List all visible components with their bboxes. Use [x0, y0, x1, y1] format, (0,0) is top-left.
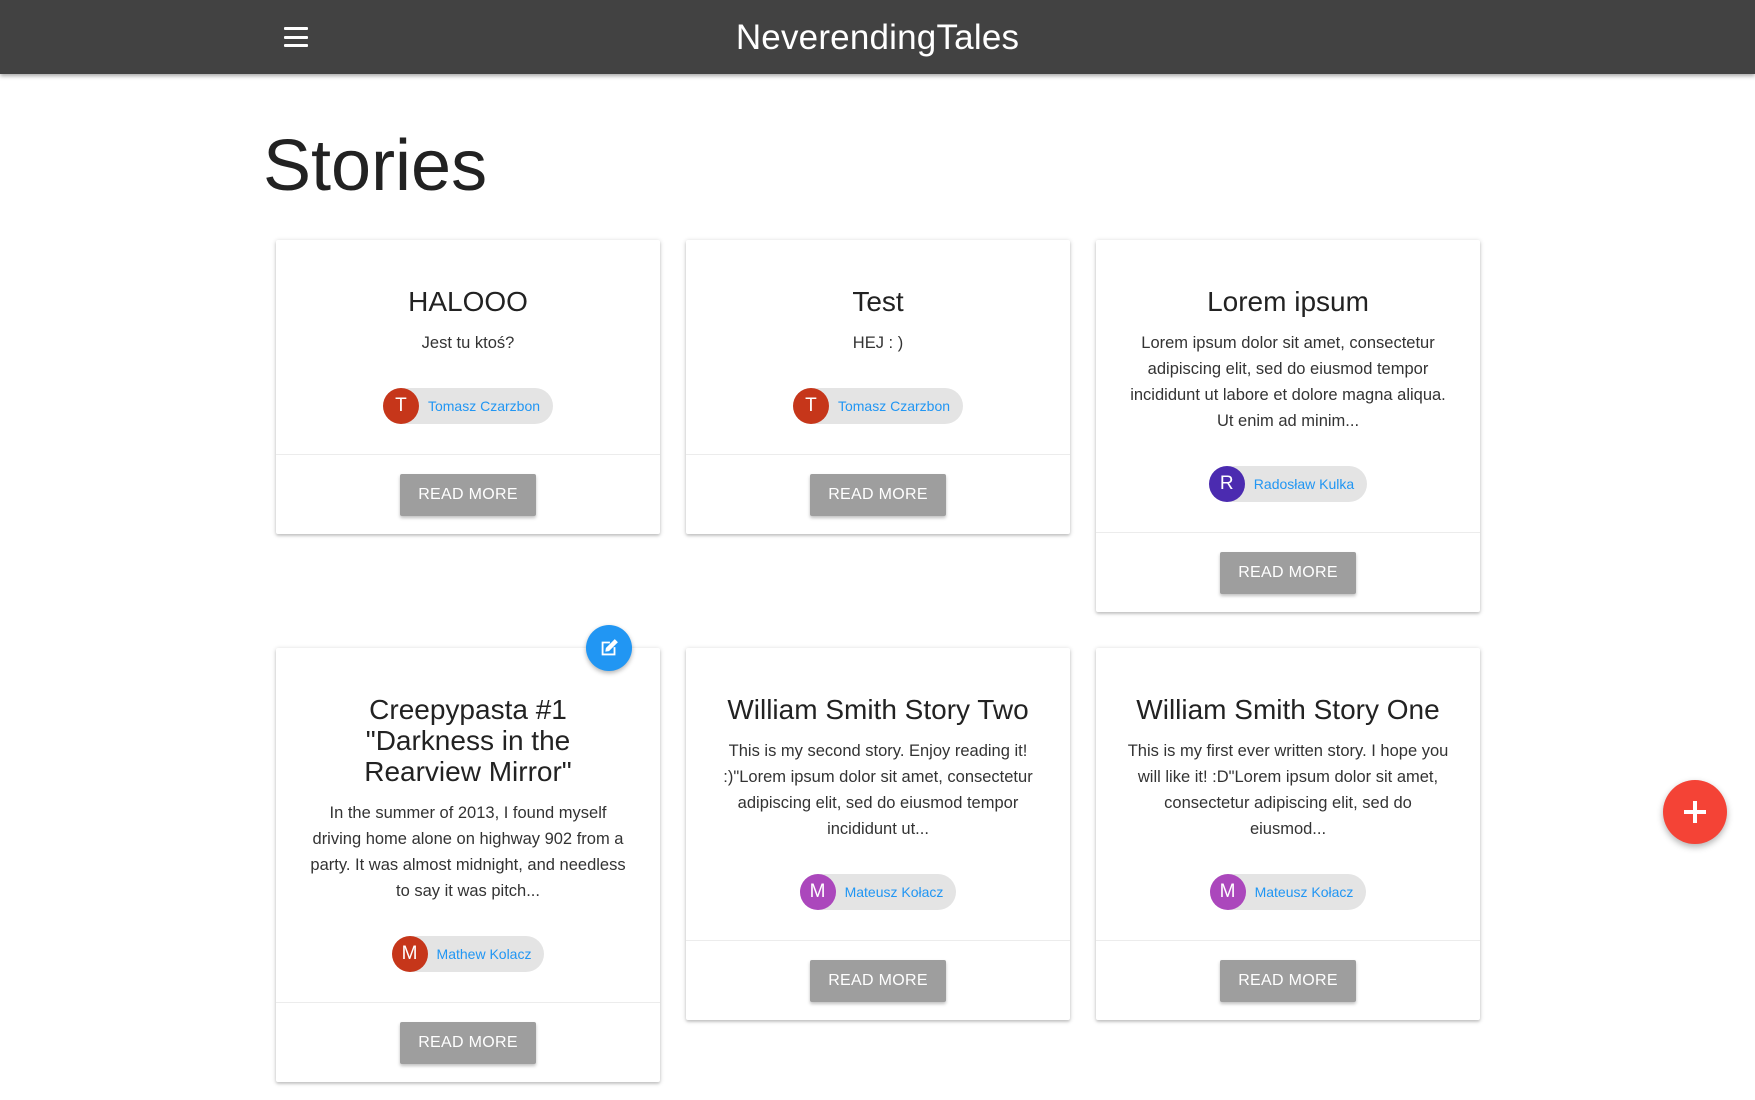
card-actions: READ MORE	[276, 454, 660, 534]
card-body: HALOOO Jest tu ktoś? T Tomasz Czarzbon	[276, 240, 660, 454]
read-more-button[interactable]: READ MORE	[810, 473, 946, 516]
card-actions: READ MORE	[686, 454, 1070, 534]
card-body: Creepypasta #1 "Darkness in the Rearview…	[276, 648, 660, 1002]
story-title: Test	[852, 286, 904, 317]
story-card: William Smith Story One This is my first…	[1096, 648, 1480, 1020]
story-title: Creepypasta #1 "Darkness in the Rearview…	[364, 694, 572, 787]
author-chip[interactable]: M Mathew Kolacz	[391, 936, 545, 972]
story-title: William Smith Story Two	[727, 694, 1029, 725]
app-title: NeverendingTales	[735, 18, 1020, 57]
read-more-button[interactable]: READ MORE	[400, 1021, 536, 1064]
story-card: William Smith Story Two This is my secon…	[686, 648, 1070, 1020]
author-avatar: R	[1208, 466, 1245, 502]
author-avatar: M	[391, 936, 428, 972]
author-chip[interactable]: M Mateusz Kołacz	[799, 874, 957, 910]
author-avatar: T	[382, 388, 419, 424]
card-body: Test HEJ : ) T Tomasz Czarzbon	[686, 240, 1070, 454]
story-title: HALOOO	[408, 286, 528, 317]
story-excerpt: In the summer of 2013, I found myself dr…	[310, 804, 626, 900]
author-avatar: M	[1209, 874, 1246, 910]
story-excerpt: Lorem ipsum dolor sit amet, consectetur …	[1130, 334, 1446, 430]
menu-icon[interactable]	[272, 19, 320, 55]
card-body: William Smith Story Two This is my secon…	[686, 648, 1070, 940]
page-title: Stories	[263, 126, 488, 206]
read-more-button[interactable]: READ MORE	[810, 959, 946, 1002]
read-more-button[interactable]: READ MORE	[1220, 959, 1356, 1002]
story-excerpt: This is my second story. Enjoy reading i…	[723, 742, 1033, 838]
story-title: Lorem ipsum	[1207, 286, 1369, 317]
card-actions: READ MORE	[1096, 532, 1480, 612]
card-body: Lorem ipsum Lorem ipsum dolor sit amet, …	[1096, 240, 1480, 532]
author-chip[interactable]: R Radosław Kulka	[1208, 466, 1368, 502]
author-chip[interactable]: T Tomasz Czarzbon	[792, 388, 964, 424]
add-story-button[interactable]	[1663, 780, 1727, 844]
author-name: Mateusz Kołacz	[1254, 884, 1354, 900]
story-card: HALOOO Jest tu ktoś? T Tomasz Czarzbon R…	[276, 240, 660, 534]
story-card: Test HEJ : ) T Tomasz Czarzbon READ MORE	[686, 240, 1070, 534]
author-name: Radosław Kulka	[1253, 476, 1355, 492]
author-avatar: M	[799, 874, 836, 910]
edit-story-button[interactable]	[586, 625, 632, 671]
read-more-button[interactable]: READ MORE	[1220, 551, 1356, 594]
story-card: Creepypasta #1 "Darkness in the Rearview…	[276, 648, 660, 1082]
story-title: William Smith Story One	[1136, 694, 1440, 725]
author-name: Tomasz Czarzbon	[837, 398, 951, 414]
story-excerpt: This is my first ever written story. I h…	[1127, 742, 1449, 838]
story-excerpt: Jest tu ktoś?	[421, 334, 515, 352]
author-name: Mathew Kolacz	[436, 946, 532, 962]
story-card: Lorem ipsum Lorem ipsum dolor sit amet, …	[1096, 240, 1480, 612]
card-actions: READ MORE	[276, 1002, 660, 1082]
card-actions: READ MORE	[686, 940, 1070, 1020]
story-excerpt: HEJ : )	[852, 334, 904, 352]
author-chip[interactable]: M Mateusz Kołacz	[1209, 874, 1367, 910]
author-name: Tomasz Czarzbon	[427, 398, 541, 414]
author-chip[interactable]: T Tomasz Czarzbon	[382, 388, 554, 424]
card-actions: READ MORE	[1096, 940, 1480, 1020]
author-avatar: T	[792, 388, 829, 424]
author-name: Mateusz Kołacz	[844, 884, 944, 900]
card-body: William Smith Story One This is my first…	[1096, 648, 1480, 940]
edit-icon	[601, 639, 618, 656]
plus-icon	[1684, 801, 1706, 823]
read-more-button[interactable]: READ MORE	[400, 473, 536, 516]
app-bar: NeverendingTales	[0, 0, 1755, 74]
